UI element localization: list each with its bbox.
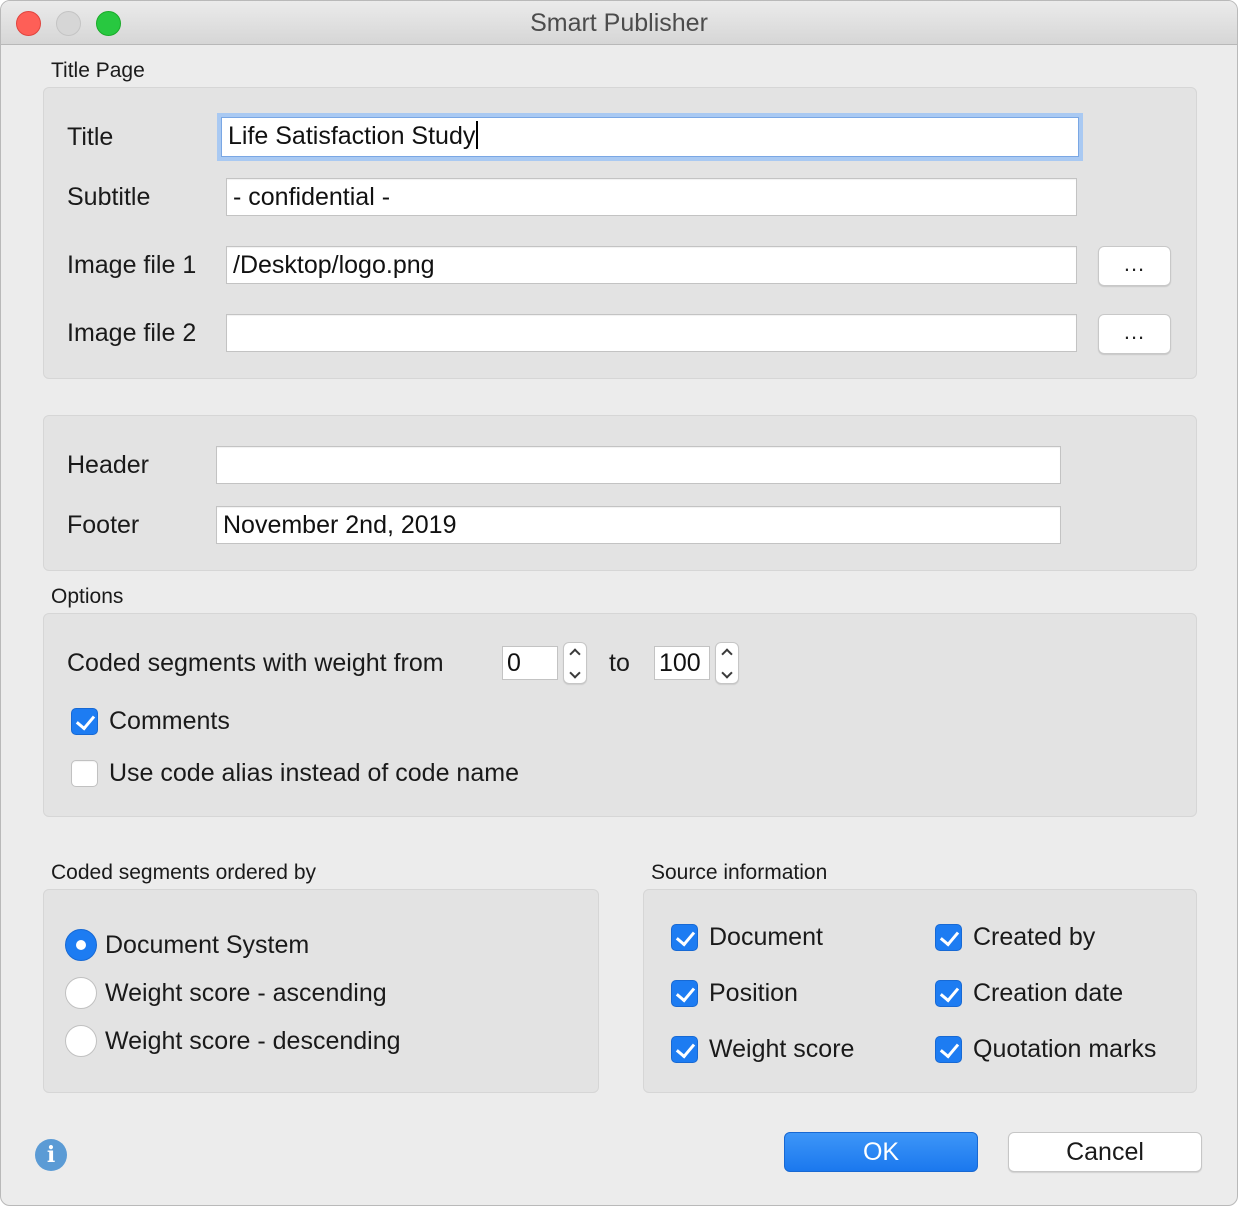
source-info-section-label: Source information <box>651 861 828 884</box>
browse-image-2-button[interactable]: ... <box>1098 314 1171 354</box>
order-weight-descending-radio[interactable] <box>65 1025 97 1057</box>
header-field[interactable] <box>216 446 1061 484</box>
source-created-by-label: Created by <box>973 923 1096 951</box>
subtitle-label: Subtitle <box>67 183 151 211</box>
source-document-checkbox[interactable] <box>671 924 698 951</box>
order-document-system-label: Document System <box>105 931 310 959</box>
weight-from-stepper[interactable] <box>563 642 587 684</box>
weight-range-label: Coded segments with weight from <box>67 649 444 677</box>
chevron-up-icon[interactable] <box>564 643 586 663</box>
image-file-1-field[interactable]: /Desktop/logo.png <box>226 246 1077 284</box>
chevron-down-icon[interactable] <box>716 663 738 683</box>
source-weight-score-label: Weight score <box>709 1035 855 1063</box>
source-quotation-marks-checkbox[interactable] <box>935 1036 962 1063</box>
source-weight-score-checkbox[interactable] <box>671 1036 698 1063</box>
use-code-alias-checkbox[interactable] <box>71 760 98 787</box>
order-document-system-radio[interactable] <box>65 929 97 961</box>
footer-label: Footer <box>67 511 140 539</box>
ordering-section-label: Coded segments ordered by <box>51 861 316 884</box>
chevron-up-icon[interactable] <box>716 643 738 663</box>
image-file-2-field[interactable] <box>226 314 1077 352</box>
order-weight-ascending-radio[interactable] <box>65 977 97 1009</box>
order-weight-ascending-label: Weight score - ascending <box>105 979 387 1007</box>
to-label: to <box>609 649 630 677</box>
window-title: Smart Publisher <box>530 9 708 37</box>
title-label: Title <box>67 123 114 151</box>
image-file-2-label: Image file 2 <box>67 319 197 347</box>
order-weight-descending-label: Weight score - descending <box>105 1027 401 1055</box>
header-footer-group <box>43 415 1197 571</box>
source-position-checkbox[interactable] <box>671 980 698 1007</box>
weight-from-field[interactable]: 0 <box>502 646 558 680</box>
subtitle-field[interactable]: - confidential - <box>226 178 1077 216</box>
source-document-label: Document <box>709 923 823 951</box>
title-page-section-label: Title Page <box>51 59 145 82</box>
weight-to-field[interactable]: 100 <box>654 646 710 680</box>
image-file-1-label: Image file 1 <box>67 251 197 279</box>
title-field[interactable]: Life Satisfaction Study <box>221 117 1079 157</box>
header-label: Header <box>67 451 149 479</box>
chevron-down-icon[interactable] <box>564 663 586 683</box>
comments-label: Comments <box>109 707 230 735</box>
source-creation-date-label: Creation date <box>973 979 1124 1007</box>
title-field-value: Life Satisfaction Study <box>228 122 476 150</box>
title-bar: Smart Publisher <box>1 1 1237 45</box>
cancel-button[interactable]: Cancel <box>1008 1132 1202 1172</box>
options-section-label: Options <box>51 585 124 608</box>
text-caret <box>476 121 479 150</box>
source-creation-date-checkbox[interactable] <box>935 980 962 1007</box>
source-position-label: Position <box>709 979 798 1007</box>
weight-to-stepper[interactable] <box>715 642 739 684</box>
smart-publisher-dialog: Smart Publisher Title Page Title Life Sa… <box>0 0 1238 1206</box>
source-created-by-checkbox[interactable] <box>935 924 962 951</box>
ok-button[interactable]: OK <box>784 1132 978 1172</box>
info-icon[interactable]: i <box>35 1139 67 1171</box>
browse-image-1-button[interactable]: ... <box>1098 246 1171 286</box>
source-quotation-marks-label: Quotation marks <box>973 1035 1157 1063</box>
use-code-alias-label: Use code alias instead of code name <box>109 759 519 787</box>
comments-checkbox[interactable] <box>71 708 98 735</box>
footer-field[interactable]: November 2nd, 2019 <box>216 506 1061 544</box>
